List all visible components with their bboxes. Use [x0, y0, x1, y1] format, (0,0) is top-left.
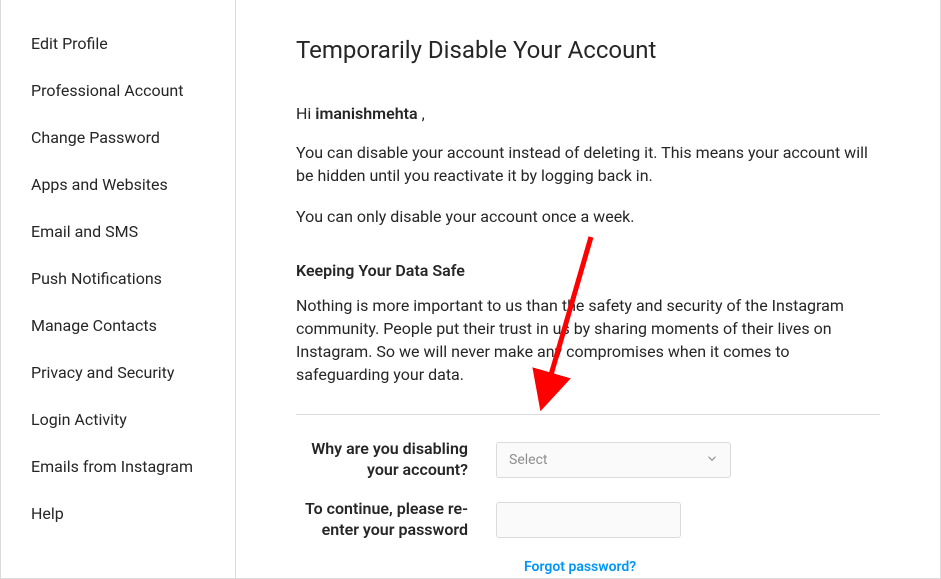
sidebar-item-privacy-and-security[interactable]: Privacy and Security	[1, 349, 235, 396]
sidebar-item-manage-contacts[interactable]: Manage Contacts	[1, 302, 235, 349]
password-input[interactable]	[496, 502, 681, 538]
sidebar-item-label: Privacy and Security	[31, 363, 174, 382]
sidebar-item-edit-profile[interactable]: Edit Profile	[1, 20, 235, 67]
sidebar-item-label: Login Activity	[31, 410, 127, 429]
sidebar-item-label: Manage Contacts	[31, 316, 157, 335]
sidebar-item-change-password[interactable]: Change Password	[1, 114, 235, 161]
sidebar-item-label: Apps and Websites	[31, 175, 168, 194]
main-content: Temporarily Disable Your Account Hi iman…	[236, 0, 940, 578]
reason-label: Why are you disabling your account?	[296, 439, 496, 481]
password-row: To continue, please re-enter your passwo…	[296, 499, 880, 541]
sidebar-item-label: Help	[31, 504, 64, 523]
greeting-prefix: Hi	[296, 104, 315, 123]
disable-limit-paragraph: You can only disable your account once a…	[296, 205, 880, 228]
forgot-password-link[interactable]: Forgot password?	[524, 559, 880, 575]
sidebar-item-login-activity[interactable]: Login Activity	[1, 396, 235, 443]
page-title: Temporarily Disable Your Account	[296, 36, 880, 64]
settings-sidebar: Edit Profile Professional Account Change…	[1, 0, 236, 578]
sidebar-item-label: Email and SMS	[31, 222, 138, 241]
sidebar-item-professional-account[interactable]: Professional Account	[1, 67, 235, 114]
password-label: To continue, please re-enter your passwo…	[296, 499, 496, 541]
reason-select[interactable]: Select	[496, 442, 731, 478]
greeting-suffix: ,	[418, 104, 425, 123]
sidebar-item-apps-and-websites[interactable]: Apps and Websites	[1, 161, 235, 208]
sidebar-item-label: Change Password	[31, 128, 160, 147]
data-safe-paragraph: Nothing is more important to us than the…	[296, 294, 880, 387]
sidebar-item-label: Professional Account	[31, 81, 183, 100]
sidebar-item-help[interactable]: Help	[1, 490, 235, 537]
sidebar-item-label: Emails from Instagram	[31, 457, 193, 476]
data-safe-header: Keeping Your Data Safe	[296, 261, 880, 280]
sidebar-item-email-and-sms[interactable]: Email and SMS	[1, 208, 235, 255]
sidebar-item-label: Push Notifications	[31, 269, 162, 288]
greeting-line: Hi imanishmehta ,	[296, 104, 880, 123]
divider	[296, 414, 880, 415]
username: imanishmehta	[315, 104, 417, 123]
reason-select-value: Select	[496, 442, 731, 478]
disable-info-paragraph: You can disable your account instead of …	[296, 141, 880, 187]
sidebar-item-push-notifications[interactable]: Push Notifications	[1, 255, 235, 302]
sidebar-item-emails-from-instagram[interactable]: Emails from Instagram	[1, 443, 235, 490]
reason-row: Why are you disabling your account? Sele…	[296, 439, 880, 481]
sidebar-item-label: Edit Profile	[31, 34, 108, 53]
